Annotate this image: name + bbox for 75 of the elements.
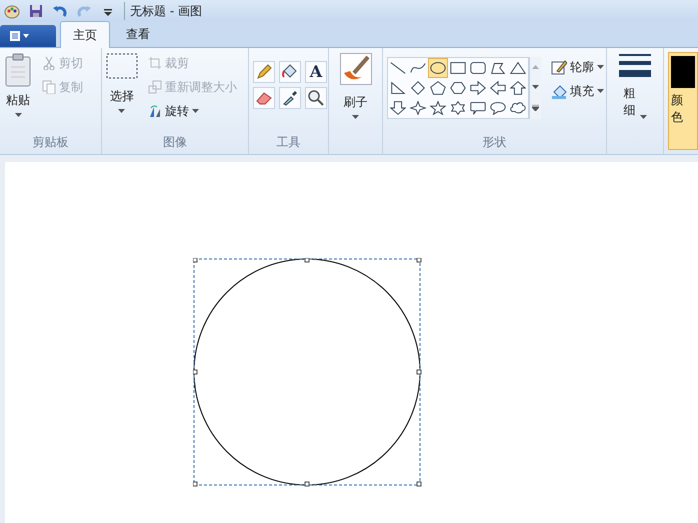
oval-callout-icon xyxy=(489,100,508,116)
group-label: 图像 xyxy=(162,134,188,151)
five-point-star-icon xyxy=(429,100,448,116)
copy-icon xyxy=(42,80,56,94)
color-swatch-icon xyxy=(671,56,695,88)
tool-button[interactable] xyxy=(279,87,301,109)
shape-button[interactable] xyxy=(468,78,488,98)
rectangle-icon xyxy=(449,60,468,76)
crop-icon xyxy=(148,56,162,70)
brushes-button[interactable]: 刷子 xyxy=(340,53,372,119)
cloud-callout-icon xyxy=(509,100,528,116)
shape-button[interactable] xyxy=(428,58,448,78)
line-width-icon xyxy=(619,53,652,77)
shape-button[interactable] xyxy=(428,98,448,118)
caret-icon xyxy=(192,109,199,113)
group-label: 工具 xyxy=(276,134,302,151)
right-triangle-icon xyxy=(389,80,408,96)
hexagon-icon xyxy=(449,80,468,96)
ribbon-tab[interactable]: 主页 xyxy=(60,21,110,48)
paste-button[interactable]: 粘贴 xyxy=(4,53,32,117)
line-icon xyxy=(389,60,408,76)
resize-icon xyxy=(148,80,162,94)
rotate-button[interactable]: 旋转 xyxy=(146,101,239,121)
tool-button[interactable] xyxy=(253,61,275,83)
expand-icon[interactable] xyxy=(532,105,540,111)
right-arrow-icon xyxy=(469,80,488,96)
left-arrow-icon xyxy=(489,80,508,96)
size-button[interactable]: 粗细 xyxy=(619,53,652,119)
down-arrow-icon xyxy=(389,100,408,116)
shape-button[interactable] xyxy=(488,78,508,98)
rounded-rectangle-icon xyxy=(469,60,488,76)
select-button[interactable]: 选择 xyxy=(106,53,138,121)
group-label: 剪贴板 xyxy=(31,134,70,151)
pentagon-icon xyxy=(429,80,448,96)
selection-icon xyxy=(106,53,138,79)
tool-button[interactable] xyxy=(279,61,301,83)
rounded-callout-icon xyxy=(469,100,488,116)
tool-button[interactable] xyxy=(305,87,327,109)
app-menu-button[interactable] xyxy=(0,25,56,47)
text-tool-icon: A xyxy=(310,64,322,80)
caret-icon xyxy=(640,114,647,119)
triangle-icon xyxy=(509,60,528,76)
caret-icon xyxy=(597,89,604,93)
diamond-icon xyxy=(409,80,428,96)
rotate-icon xyxy=(148,104,162,118)
paint-bucket-icon xyxy=(551,83,568,99)
caret-icon xyxy=(14,113,22,117)
pencil-icon xyxy=(255,63,273,81)
scroll-down-icon[interactable] xyxy=(532,85,540,89)
tool-button[interactable] xyxy=(253,87,275,109)
clipboard-icon xyxy=(4,53,32,87)
caret-icon xyxy=(352,115,360,119)
save-icon[interactable] xyxy=(28,3,44,19)
up-arrow-icon xyxy=(509,80,528,96)
palette-icon xyxy=(4,3,20,19)
shape-button[interactable] xyxy=(408,98,428,118)
six-point-star-icon xyxy=(449,100,468,116)
fill-button[interactable]: 填充 xyxy=(549,81,606,101)
pencil-icon xyxy=(551,59,568,75)
scissors-icon xyxy=(42,56,56,70)
four-point-star-icon xyxy=(409,100,428,116)
paintbrush-icon xyxy=(340,53,372,85)
group-label: 形状 xyxy=(482,134,508,151)
magnifier-icon xyxy=(307,89,325,107)
caret-icon xyxy=(118,109,126,113)
oval-icon xyxy=(429,60,448,76)
ribbon-tab[interactable]: 查看 xyxy=(114,21,162,47)
tool-button[interactable]: A xyxy=(305,61,327,83)
outline-button[interactable]: 轮廓 xyxy=(549,57,606,77)
undo-icon[interactable] xyxy=(52,3,68,19)
polygon-icon xyxy=(489,60,508,76)
caret-icon xyxy=(597,65,604,69)
window-title: 无标题 - 画图 xyxy=(124,2,202,20)
color-button[interactable]: 颜色 xyxy=(668,52,698,150)
eyedropper-icon xyxy=(281,89,299,107)
